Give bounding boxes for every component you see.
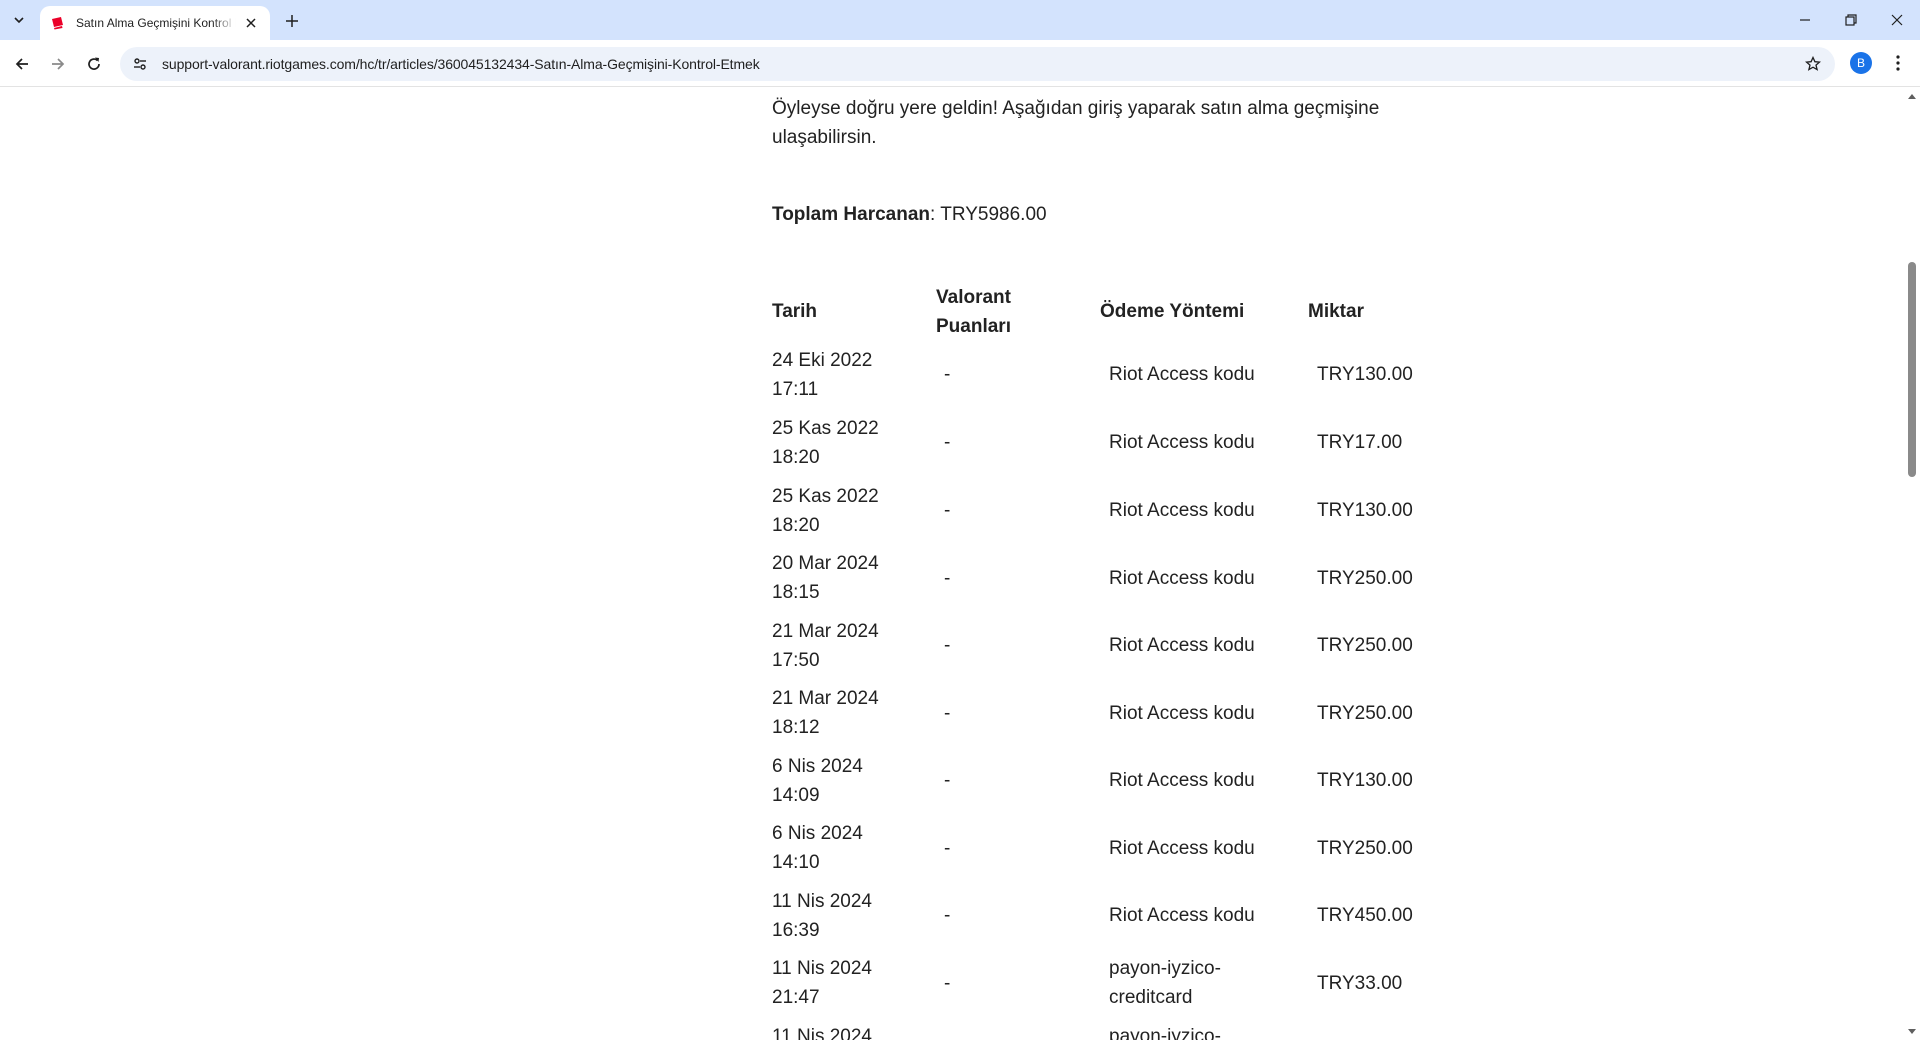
- reload-icon[interactable]: [80, 50, 108, 78]
- row-date: 6 Nis 2024: [772, 756, 863, 777]
- row-amount: TRY450.00: [1317, 905, 1413, 926]
- column-header-vp: Valorant Puanları: [936, 287, 1011, 337]
- close-window-icon[interactable]: [1874, 0, 1920, 40]
- row-vp: -: [944, 973, 951, 994]
- row-method: Riot Access kodu: [1109, 905, 1255, 926]
- browser-toolbar: support-valorant.riotgames.com/hc/tr/art…: [0, 40, 1920, 87]
- tab-search-icon[interactable]: [6, 7, 32, 33]
- plus-icon[interactable]: [280, 9, 304, 33]
- row-date: 11 Nis 2024: [772, 1026, 872, 1040]
- row-time: 18:12: [772, 717, 820, 738]
- column-header-method: Ödeme Yöntemi: [1100, 301, 1245, 322]
- tab-title: Satın Alma Geçmişini Kontrol Etmek: [76, 16, 236, 30]
- scroll-down-arrow-icon[interactable]: [1904, 1024, 1920, 1040]
- row-date: 11 Nis 2024: [772, 891, 872, 912]
- page-viewport: Öyleyse doğru yere geldin! Aşağıdan giri…: [0, 88, 1904, 1040]
- column-header-amount: Miktar: [1308, 301, 1364, 322]
- row-method: Riot Access kodu: [1109, 703, 1255, 724]
- row-time: 18:15: [772, 582, 820, 603]
- row-amount: TRY130.00: [1317, 364, 1413, 385]
- row-vp: -: [944, 905, 951, 926]
- row-method: Riot Access kodu: [1109, 770, 1255, 791]
- row-vp: -: [944, 703, 951, 724]
- row-vp: -: [944, 364, 951, 385]
- row-amount: TRY33.00: [1317, 973, 1403, 994]
- url-text[interactable]: support-valorant.riotgames.com/hc/tr/art…: [162, 56, 760, 72]
- column-header-date: Tarih: [772, 301, 818, 322]
- kebab-menu-icon[interactable]: [1885, 50, 1911, 76]
- total-label: Toplam Harcanan: [772, 204, 931, 225]
- row-method: Riot Access kodu: [1109, 635, 1255, 656]
- tab-strip: Satın Alma Geçmişini Kontrol Etmek: [0, 0, 1920, 40]
- row-date: 6 Nis 2024: [772, 823, 863, 844]
- row-time: 21:47: [772, 987, 820, 1008]
- row-date: 25 Kas 2022: [772, 418, 879, 439]
- row-date: 20 Mar 2024: [772, 553, 879, 574]
- site-info-icon[interactable]: [128, 52, 152, 76]
- total-value: : TRY5986.00: [930, 204, 1047, 225]
- avatar[interactable]: B: [1850, 52, 1872, 74]
- row-date: 25 Kas 2022: [772, 486, 879, 507]
- row-date: 11 Nis 2024: [772, 958, 872, 979]
- scrollbar-thumb[interactable]: [1908, 262, 1916, 477]
- forward-arrow-icon[interactable]: [44, 50, 72, 78]
- row-time: 14:10: [772, 852, 820, 873]
- row-method: payon-iyzico-creditcard: [1109, 958, 1221, 1008]
- row-time: 18:20: [772, 447, 820, 468]
- row-method: payon-iyzico-: [1109, 1026, 1221, 1040]
- minimize-icon[interactable]: [1782, 0, 1828, 40]
- row-vp: -: [944, 432, 951, 453]
- row-method: Riot Access kodu: [1109, 568, 1255, 589]
- address-bar[interactable]: support-valorant.riotgames.com/hc/tr/art…: [120, 47, 1835, 81]
- row-date: 24 Eki 2022: [772, 350, 873, 371]
- row-date: 21 Mar 2024: [772, 621, 879, 642]
- row-amount: TRY17.00: [1317, 432, 1403, 453]
- row-time: 17:11: [772, 379, 819, 400]
- row-vp: -: [944, 838, 951, 859]
- riot-fist-icon: [50, 15, 66, 31]
- row-amount: TRY250.00: [1317, 703, 1413, 724]
- row-vp: -: [944, 635, 951, 656]
- row-amount: TRY250.00: [1317, 838, 1413, 859]
- row-vp: -: [944, 500, 951, 521]
- row-vp: -: [944, 568, 951, 589]
- scroll-up-arrow-icon[interactable]: [1904, 88, 1920, 104]
- row-amount: TRY130.00: [1317, 500, 1413, 521]
- row-amount: TRY250.00: [1317, 568, 1413, 589]
- row-date: 21 Mar 2024: [772, 688, 879, 709]
- row-time: 16:39: [772, 920, 820, 941]
- row-method: Riot Access kodu: [1109, 500, 1255, 521]
- close-icon[interactable]: [242, 14, 260, 32]
- row-method: Riot Access kodu: [1109, 432, 1255, 453]
- row-amount: TRY130.00: [1317, 770, 1413, 791]
- row-time: 14:09: [772, 785, 820, 806]
- page-scrollbar[interactable]: [1904, 88, 1920, 1040]
- row-vp: -: [944, 770, 951, 791]
- total-spent: Toplam Harcanan: TRY5986.00: [772, 200, 1047, 229]
- intro-paragraph: Öyleyse doğru yere geldin! Aşağıdan giri…: [772, 98, 1380, 148]
- back-arrow-icon[interactable]: [8, 50, 36, 78]
- star-icon[interactable]: [1801, 52, 1825, 76]
- row-method: Riot Access kodu: [1109, 838, 1255, 859]
- restore-icon[interactable]: [1828, 0, 1874, 40]
- row-time: 17:50: [772, 650, 820, 671]
- row-method: Riot Access kodu: [1109, 364, 1255, 385]
- row-time: 18:20: [772, 515, 820, 536]
- active-tab[interactable]: Satın Alma Geçmişini Kontrol Etmek: [40, 6, 270, 40]
- row-amount: TRY250.00: [1317, 635, 1413, 656]
